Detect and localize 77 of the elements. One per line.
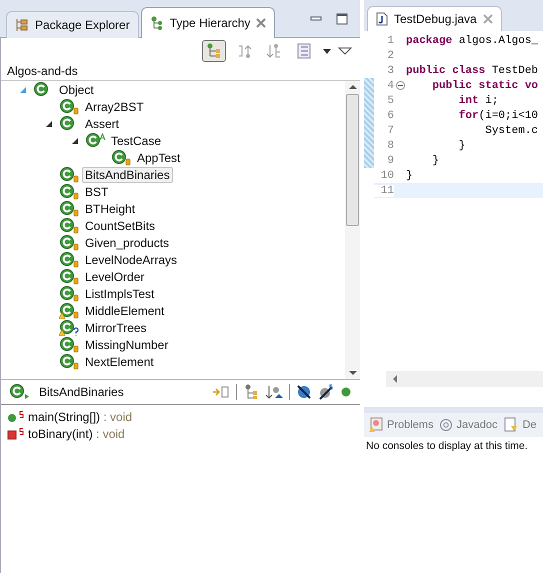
tree-item[interactable]: Given_products — [82, 234, 172, 250]
project-label: Algos-and-ds — [1, 62, 360, 81]
problems-icon — [368, 417, 384, 433]
line-number: 6 — [386, 110, 394, 122]
scrollbar[interactable] — [386, 371, 543, 387]
view-menu-icon[interactable] — [338, 46, 352, 56]
hide-static-icon[interactable] — [318, 384, 334, 400]
tree-item[interactable]: NextElement — [82, 354, 157, 370]
tree-item[interactable]: BST — [82, 184, 112, 200]
code-line: } — [431, 154, 440, 166]
scroll-left-icon[interactable] — [392, 375, 398, 383]
declaration-icon — [503, 417, 520, 433]
console-message: No consoles to display at this time. — [365, 439, 529, 454]
fold-icon[interactable] — [396, 81, 404, 90]
subtype-icon — [266, 43, 282, 59]
toolbar-button[interactable] — [202, 40, 226, 62]
view-tab[interactable]: Javadoc — [439, 418, 498, 432]
hide-fields-icon[interactable] — [296, 384, 312, 400]
package-icon — [15, 18, 29, 32]
hierarchy-icon — [150, 16, 164, 30]
expanded-arrow-icon[interactable] — [71, 136, 79, 144]
supertype-icon — [236, 43, 252, 59]
tree-item[interactable]: MirrorTrees — [82, 320, 150, 336]
hierarchy-icon — [206, 43, 222, 59]
code-line: for(i=0;i<10 — [458, 110, 538, 122]
tree-item[interactable]: BTHeight — [82, 200, 138, 216]
scroll-down-icon[interactable] — [348, 370, 356, 376]
dropdown-icon[interactable] — [322, 47, 332, 55]
type-name: BitsAndBinaries — [39, 385, 124, 399]
close-icon[interactable] — [256, 18, 266, 28]
tree-item[interactable]: TestCase — [108, 132, 164, 148]
tree-item[interactable]: MiddleElement — [82, 302, 168, 318]
editor-tab[interactable]: TestDebug.java — [367, 6, 502, 31]
tree-item[interactable]: ListImplsTest — [82, 286, 158, 302]
inherited-members-icon[interactable] — [243, 384, 259, 400]
code-line: int i; — [458, 94, 498, 106]
code-line: } — [406, 170, 413, 182]
view-tab[interactable]: Package Explorer — [6, 11, 139, 38]
class-icon — [9, 384, 31, 400]
view-tab[interactable]: Problems — [368, 417, 434, 433]
line-number: 8 — [386, 140, 394, 152]
method-item[interactable]: main(String[]) : void — [28, 410, 132, 424]
public-icon[interactable] — [340, 386, 352, 398]
scrollbar[interactable] — [345, 81, 360, 379]
code-line: System.c — [484, 124, 538, 136]
method-item[interactable]: toBinary(int) : void — [28, 426, 125, 440]
tree-item[interactable]: LevelOrder — [82, 268, 148, 284]
tree-item[interactable]: BitsAndBinaries — [82, 166, 173, 182]
code-line: public class TestDeb — [406, 64, 538, 76]
tree-item[interactable]: Object — [56, 82, 97, 98]
java-file-icon — [376, 12, 388, 26]
tree-item[interactable]: Array2BST — [82, 98, 147, 114]
line-number: 11 — [374, 184, 394, 196]
code-line: package algos.Algos_ — [406, 34, 538, 46]
scroll-up-icon[interactable] — [348, 84, 356, 90]
code-line: public static vo — [431, 80, 538, 92]
tree-item[interactable]: AppTest — [134, 150, 184, 166]
scroll-thumb[interactable] — [346, 94, 359, 226]
maximize-icon[interactable] — [336, 13, 348, 25]
line-number: 10 — [380, 170, 394, 182]
tree-item[interactable]: MissingNumber — [82, 336, 172, 352]
tree-item[interactable]: Assert — [82, 116, 122, 132]
line-number: 7 — [386, 124, 394, 136]
tree-item[interactable]: CountSetBits — [82, 218, 158, 234]
line-number: 3 — [386, 64, 394, 76]
tree-item[interactable]: LevelNodeArrays — [82, 252, 180, 268]
line-number: 9 — [386, 154, 394, 166]
line-number: 2 — [386, 50, 394, 62]
line-number: 5 — [386, 94, 394, 106]
list-icon — [296, 43, 312, 59]
expanded-arrow-icon[interactable] — [45, 120, 53, 128]
line-number: 1 — [386, 34, 394, 46]
code-line: } — [458, 140, 466, 152]
sort-icon[interactable] — [265, 384, 283, 400]
view-tab[interactable]: Type Hierarchy — [140, 7, 276, 38]
view-tab[interactable]: De — [503, 417, 537, 433]
line-number: 4 — [386, 80, 394, 92]
